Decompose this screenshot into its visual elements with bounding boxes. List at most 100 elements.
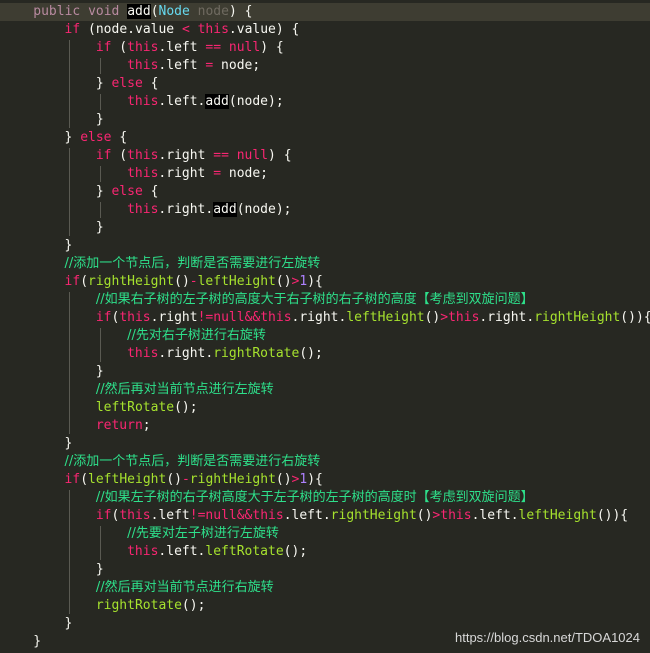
code-line[interactable]: this.right = node; (0, 165, 650, 183)
code-token: rightHeight (534, 310, 621, 325)
code-token: this (119, 508, 151, 523)
code-line[interactable]: this.left.leftRotate(); (0, 543, 650, 561)
code-token: (node.value (80, 22, 182, 37)
code-token: public (33, 4, 81, 19)
code-token: node (197, 4, 229, 19)
code-line[interactable]: //添加一个节点后，判断是否需要进行左旋转 (0, 255, 650, 273)
code-token: != (197, 310, 214, 325)
code-token: .left (150, 508, 190, 523)
code-token: this (197, 22, 229, 37)
code-line[interactable]: if(this.left!=null&&this.left.rightHeigh… (0, 507, 650, 525)
code-line[interactable]: //然后再对当前节点进行右旋转 (0, 579, 650, 597)
code-line[interactable]: this.left.add(node); (0, 93, 650, 111)
code-line[interactable]: } else { (0, 183, 650, 201)
code-token: ( (111, 148, 128, 163)
indent-guide (99, 94, 101, 110)
code-line[interactable]: this.right.add(node); (0, 201, 650, 219)
code-token: else (111, 184, 143, 199)
code-text: if (this.right == null) { (96, 147, 292, 165)
code-text: this.left.add(node); (127, 93, 284, 111)
code-token: .right (158, 148, 214, 163)
code-token: && (244, 310, 261, 325)
code-line[interactable]: //然后再对当前节点进行左旋转 (0, 381, 650, 399)
code-line[interactable]: rightRotate(); (0, 597, 650, 615)
code-token: () (166, 472, 182, 487)
code-text: } (33, 633, 41, 651)
code-text: if (this.left == null) { (96, 39, 284, 57)
code-line[interactable]: if (node.value < this.value) { (0, 21, 650, 39)
code-line[interactable]: if (this.left == null) { (0, 39, 650, 57)
code-token: leftHeight (346, 310, 425, 325)
code-token: leftHeight (197, 274, 276, 289)
code-token: } (95, 112, 104, 127)
code-token: ()){ (620, 310, 650, 325)
code-line[interactable]: //先对右子树进行右旋转 (0, 327, 650, 345)
code-line[interactable]: } (0, 435, 650, 453)
code-token: (node); (236, 202, 292, 217)
code-text: rightRotate(); (96, 597, 206, 615)
indent-guide (99, 202, 101, 218)
indent-guide (68, 148, 70, 236)
code-line[interactable]: if(rightHeight()-leftHeight()>1){ (0, 273, 650, 291)
code-line[interactable]: //添加一个节点后，判断是否需要进行右旋转 (0, 453, 650, 471)
code-token: ; (142, 418, 151, 433)
code-line[interactable]: } (0, 561, 650, 579)
code-token: .right. (158, 346, 214, 361)
code-token: () (174, 274, 190, 289)
code-text: public void add(Node node) { (33, 3, 252, 21)
code-token: == (205, 40, 222, 55)
code-token: ( (80, 274, 89, 289)
code-line[interactable]: if(this.right!=null&&this.right.leftHeig… (0, 309, 650, 327)
code-token: ) { (260, 40, 284, 55)
code-line[interactable]: this.left = node; (0, 57, 650, 75)
code-line[interactable]: //如果右子树的左子树的高度大于右子树的右子树的高度【考虑到双旋问题】 (0, 291, 650, 309)
code-token: .right (158, 166, 214, 181)
code-line[interactable]: //先要对左子树进行左旋转 (0, 525, 650, 543)
code-line[interactable]: } (0, 111, 650, 129)
code-token: return (95, 418, 143, 433)
code-line[interactable]: } else { (0, 75, 650, 93)
code-token: Node (158, 4, 190, 19)
code-token: rightHeight (330, 508, 417, 523)
code-token: this (127, 346, 159, 361)
code-token: - (181, 472, 190, 487)
code-token: } (95, 220, 104, 235)
code-token: { (111, 130, 128, 145)
code-token: add (213, 202, 237, 217)
code-line[interactable]: //如果左子树的右子树高度大于左子树的左子树的高度时【考虑到双旋问题】 (0, 489, 650, 507)
code-token: this (127, 202, 159, 217)
code-token: this (440, 508, 472, 523)
code-text: //如果右子树的左子树的高度大于右子树的右子树的高度【考虑到双旋问题】 (96, 291, 534, 309)
code-text: //先对右子树进行右旋转 (127, 327, 266, 345)
code-line[interactable]: this.right.rightRotate(); (0, 345, 650, 363)
code-editor[interactable]: public void add(Node node) {if (node.val… (0, 0, 650, 653)
code-token: //添加一个节点后，判断是否需要进行右旋转 (64, 454, 321, 469)
code-token: this (260, 310, 292, 325)
code-text: this.right.add(node); (127, 201, 292, 219)
code-token: else (111, 76, 143, 91)
code-token: if (64, 472, 81, 487)
code-token: < (181, 22, 190, 37)
code-line[interactable]: public void add(Node node) { (0, 3, 650, 21)
code-token: { (142, 76, 159, 91)
code-line[interactable]: if (this.right == null) { (0, 147, 650, 165)
code-token: null (228, 40, 261, 55)
code-token: if (64, 274, 81, 289)
code-token: .left. (158, 94, 206, 109)
watermark-text: https://blog.csdn.net/TDOA1024 (455, 630, 640, 645)
code-line[interactable]: if(leftHeight()-rightHeight()>1){ (0, 471, 650, 489)
code-line[interactable]: } (0, 237, 650, 255)
code-line[interactable]: } else { (0, 129, 650, 147)
code-token: .left (158, 40, 206, 55)
code-line[interactable]: } (0, 219, 650, 237)
code-token: if (64, 22, 81, 37)
code-text: } (96, 561, 104, 579)
code-line[interactable]: leftRotate(); (0, 399, 650, 417)
code-line[interactable]: } (0, 363, 650, 381)
code-token: ()){ (596, 508, 629, 523)
code-text: } else { (65, 129, 128, 147)
code-line[interactable]: return; (0, 417, 650, 435)
code-token: //如果右子树的左子树的高度大于右子树的右子树的高度【考虑到双旋问题】 (95, 292, 534, 307)
